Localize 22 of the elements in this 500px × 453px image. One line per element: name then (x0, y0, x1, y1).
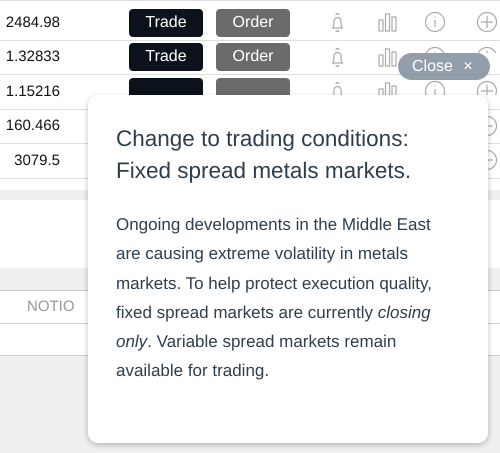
plus-icon[interactable] (476, 11, 498, 33)
plus-icon[interactable] (476, 80, 498, 95)
order-button[interactable]: Order (216, 8, 290, 37)
column-header: NOTIO (27, 296, 74, 317)
trade-button[interactable]: Trade (129, 43, 203, 72)
bar-chart-icon[interactable] (377, 46, 399, 68)
bar-chart-icon[interactable] (377, 11, 399, 33)
price-text: 1.32833 (4, 47, 60, 68)
close-icon: × (463, 58, 473, 74)
order-button[interactable]: Order (216, 43, 290, 72)
price-text: 160.466 (4, 116, 60, 136)
bar-chart-icon[interactable] (377, 80, 399, 95)
price-text: 2484.98 (4, 12, 60, 33)
notice-title: Change to trading conditions: Fixed spread metals markets. (116, 125, 412, 185)
info-icon[interactable] (424, 80, 446, 95)
info-icon[interactable] (424, 46, 446, 53)
price-text: 3079.5 (13, 150, 60, 171)
info-icon[interactable] (424, 11, 446, 33)
price-text: 1.15216 (4, 82, 60, 102)
notice-text: Ongoing developments in the Middle East are causing extreme volatility in metals markets. To help protect execution quality, fixed spread markets are currently closing only. Variable spread markets remain available for trading. (116, 214, 433, 382)
close-button[interactable]: Close × (398, 53, 490, 80)
trade-button[interactable]: Trade (129, 8, 203, 37)
